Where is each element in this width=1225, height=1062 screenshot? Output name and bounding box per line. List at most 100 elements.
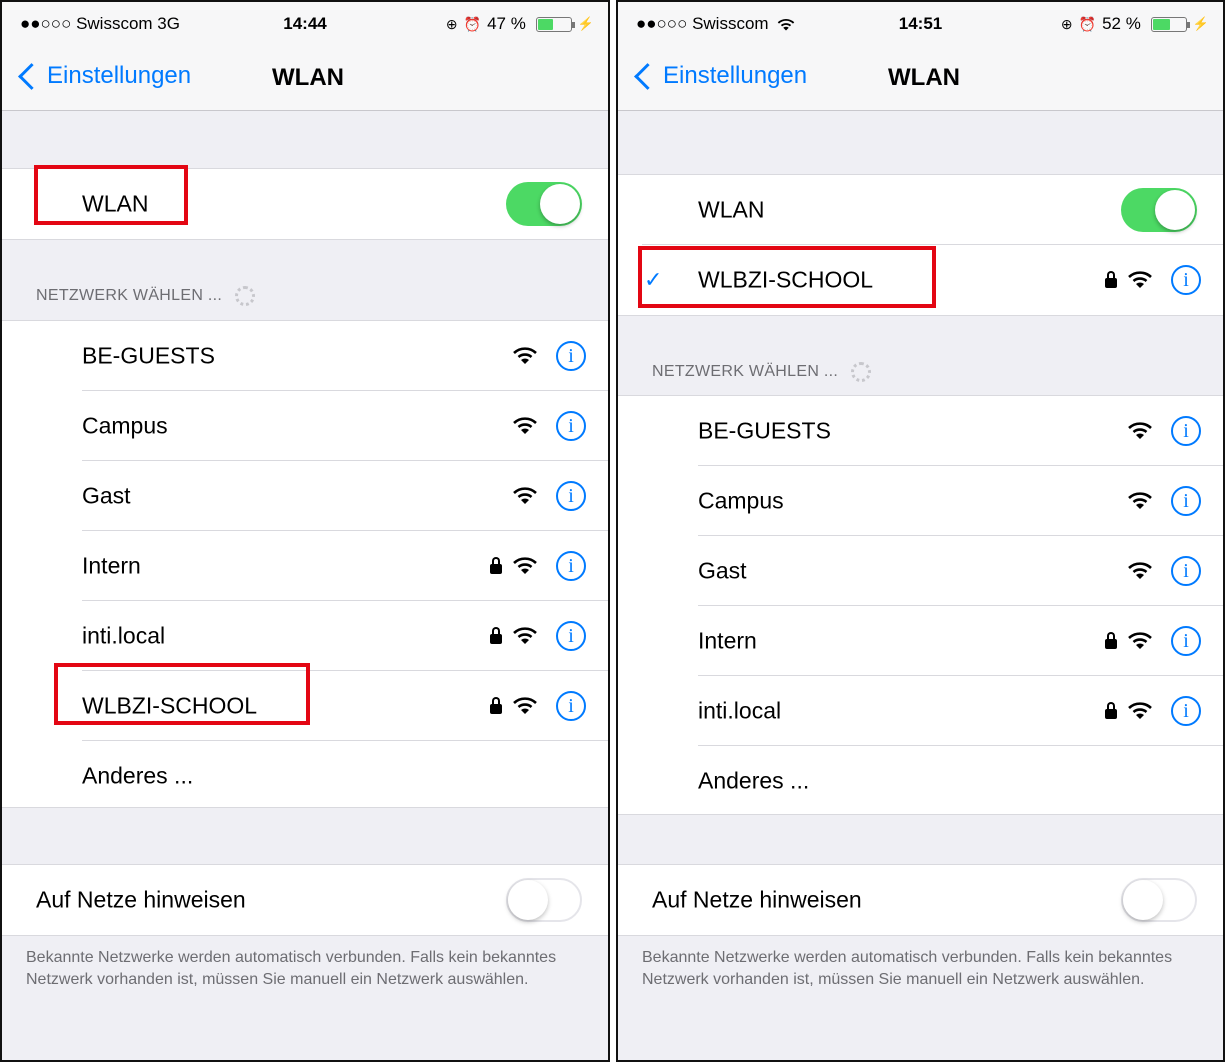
wlan-toggle[interactable] <box>1121 188 1197 232</box>
info-icon[interactable]: i <box>556 621 586 651</box>
loading-spinner-icon <box>234 286 255 306</box>
chevron-left-icon <box>634 62 661 90</box>
info-icon[interactable]: i <box>556 481 586 511</box>
wifi-icon <box>1128 702 1152 719</box>
network-name: Gast <box>82 482 131 509</box>
highlight-box <box>54 663 310 725</box>
rotation-lock-icon: ⊕ <box>445 15 458 32</box>
wifi-icon <box>1128 492 1152 509</box>
lock-icon <box>1105 632 1117 649</box>
wifi-icon <box>513 487 537 504</box>
charging-icon: ⚡ <box>1192 16 1209 31</box>
navigation-bar: Einstellungen WLAN <box>2 46 608 111</box>
lock-icon <box>1105 702 1117 719</box>
network-name: inti.local <box>82 622 166 649</box>
highlight-box <box>638 246 936 308</box>
networks-header: NETZWERK WÄHLEN ... <box>36 287 223 305</box>
info-icon[interactable]: i <box>1171 486 1201 516</box>
wifi-icon <box>513 557 537 574</box>
battery-icon <box>535 16 575 32</box>
network-name: Campus <box>82 412 168 439</box>
loading-spinner-icon <box>850 362 871 382</box>
other-network-row[interactable]: Anderes ... <box>2 741 608 811</box>
navigation-bar: Einstellungen WLAN <box>618 46 1223 111</box>
network-name: Gast <box>698 557 747 584</box>
info-icon[interactable]: i <box>556 411 586 441</box>
wifi-icon <box>513 417 537 434</box>
networks-header: NETZWERK WÄHLEN ... <box>652 363 839 381</box>
network-row[interactable]: inti.local i <box>2 601 608 671</box>
lock-icon <box>1105 271 1117 288</box>
other-network-row[interactable]: Anderes ... <box>618 746 1223 816</box>
network-name: Campus <box>698 487 784 514</box>
info-icon[interactable]: i <box>1171 696 1201 726</box>
network-row[interactable]: BE-GUESTS i <box>2 321 608 391</box>
network-row[interactable]: inti.local i <box>618 676 1223 746</box>
charging-icon: ⚡ <box>577 16 594 31</box>
wifi-icon <box>513 697 537 714</box>
battery-icon <box>1150 16 1190 32</box>
screenshot-right: ●●○○○ Swisscom 14:51 ⊕ ⏰ 52 % ⚡ Einstell… <box>616 0 1225 1062</box>
info-icon[interactable]: i <box>1171 626 1201 656</box>
wifi-icon <box>778 18 795 31</box>
ask-join-toggle[interactable] <box>506 878 582 922</box>
back-button[interactable]: Einstellungen <box>632 62 807 90</box>
battery-percent: 52 % <box>1102 14 1141 33</box>
ask-join-section: Auf Netze hinweisen <box>2 864 608 936</box>
back-button-label: Einstellungen <box>47 62 192 89</box>
wlan-label: WLAN <box>698 196 765 223</box>
wlan-toggle[interactable] <box>506 182 582 226</box>
info-icon[interactable]: i <box>1171 416 1201 446</box>
alarm-icon: ⏰ <box>1078 15 1097 32</box>
info-icon[interactable]: i <box>556 551 586 581</box>
footer-note: Bekannte Netzwerke werden automatisch ve… <box>642 949 1173 988</box>
carrier-label: ●●○○○ Swisscom <box>636 14 769 33</box>
ask-join-label: Auf Netze hinweisen <box>652 886 862 913</box>
ask-join-toggle[interactable] <box>1121 878 1197 922</box>
page-title: WLAN <box>272 64 344 91</box>
chevron-left-icon <box>18 62 45 90</box>
info-icon[interactable]: i <box>556 691 586 721</box>
other-network-label: Anderes ... <box>82 762 194 789</box>
ask-join-row: Auf Netze hinweisen <box>2 865 608 935</box>
network-row[interactable]: Gast i <box>618 536 1223 606</box>
network-name: BE-GUESTS <box>82 342 215 369</box>
network-row[interactable]: Campus i <box>618 466 1223 536</box>
ask-join-section: Auf Netze hinweisen <box>618 864 1223 936</box>
network-row[interactable]: Gast i <box>2 461 608 531</box>
network-row[interactable]: BE-GUESTS i <box>618 396 1223 466</box>
back-button-label: Einstellungen <box>663 62 808 89</box>
screenshot-left: ●●○○○ Swisscom 3G 14:44 ⊕ ⏰ 47 % ⚡ Einst… <box>0 0 610 1062</box>
network-name: Intern <box>82 552 141 579</box>
wifi-icon <box>1128 271 1152 288</box>
network-list: BE-GUESTS i Campus i Gast i Intern i int… <box>2 320 608 808</box>
footer-note: Bekannte Netzwerke werden automatisch ve… <box>26 949 557 988</box>
network-row[interactable]: Intern i <box>618 606 1223 676</box>
network-row[interactable]: Intern i <box>2 531 608 601</box>
highlight-box <box>34 165 188 225</box>
status-bar: ●●○○○ Swisscom 14:51 ⊕ ⏰ 52 % ⚡ <box>618 2 1223 46</box>
info-icon[interactable]: i <box>556 341 586 371</box>
info-icon[interactable]: i <box>1171 265 1201 295</box>
wlan-row: WLAN <box>618 175 1223 245</box>
alarm-icon: ⏰ <box>463 15 482 32</box>
network-name: inti.local <box>698 697 782 724</box>
back-button[interactable]: Einstellungen <box>16 62 191 90</box>
carrier-label: ●●○○○ Swisscom 3G <box>20 14 180 33</box>
info-icon[interactable]: i <box>1171 556 1201 586</box>
wifi-icon <box>1128 632 1152 649</box>
lock-icon <box>490 627 502 644</box>
status-bar: ●●○○○ Swisscom 3G 14:44 ⊕ ⏰ 47 % ⚡ <box>2 2 608 46</box>
ask-join-row: Auf Netze hinweisen <box>618 865 1223 935</box>
rotation-lock-icon: ⊕ <box>1060 15 1073 32</box>
wifi-icon <box>513 627 537 644</box>
ask-join-label: Auf Netze hinweisen <box>36 886 246 913</box>
network-name: BE-GUESTS <box>698 417 831 444</box>
other-network-label: Anderes ... <box>698 767 810 794</box>
network-name: Intern <box>698 627 757 654</box>
network-row[interactable]: Campus i <box>2 391 608 461</box>
wifi-icon <box>1128 562 1152 579</box>
page-title: WLAN <box>888 64 960 91</box>
clock: 14:44 <box>283 14 327 33</box>
battery-percent: 47 % <box>487 14 526 33</box>
